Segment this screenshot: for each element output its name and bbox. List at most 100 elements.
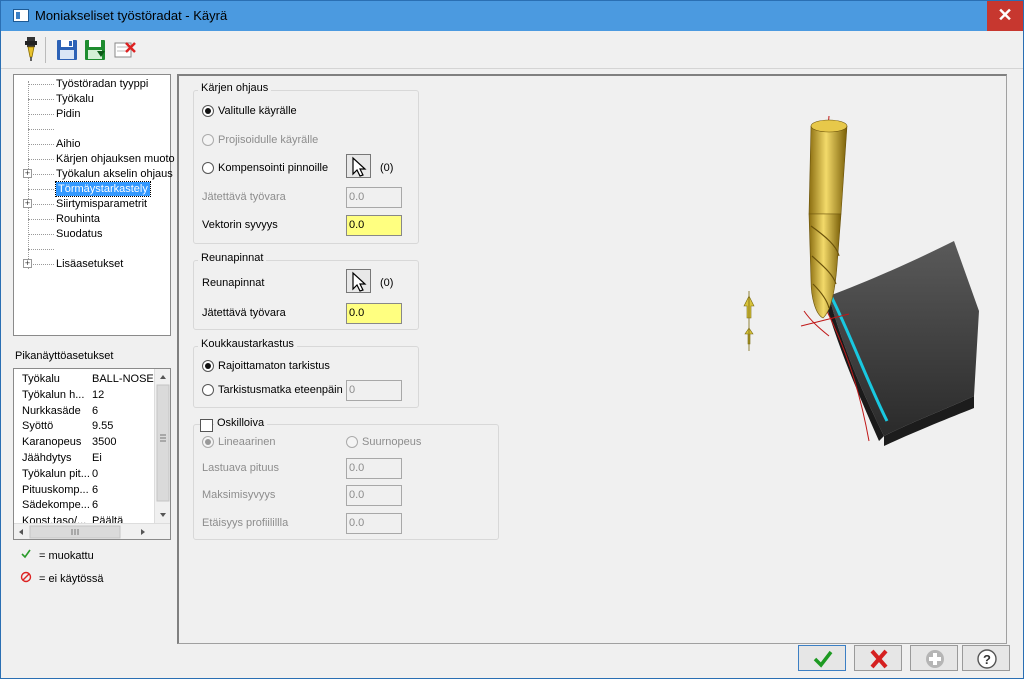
ok-button[interactable] [798,645,846,671]
toolpath-preview-image [743,115,979,446]
tree-item[interactable]: Lisäasetukset [56,257,123,271]
compensation-count: (0) [380,162,394,174]
tree-item[interactable]: Työkalun akselin ohjaus [56,167,173,181]
delete-icon[interactable] [113,35,137,63]
quick-setting-row: Työkalun pit... 0 [22,466,162,482]
apply-button[interactable] [910,645,958,671]
tree-connector [28,99,54,100]
tree-connector [28,249,54,250]
cancel-button[interactable] [854,645,902,671]
radio-selected-curve-label[interactable]: Valitulle käyrälle [218,105,297,117]
tree-expand-icon[interactable]: + [23,259,32,268]
edge-stock-label: Jätettävä työvara [202,307,286,319]
edge-surfaces-title: Reunapinnat [198,252,267,264]
toolbar-separator [45,37,46,63]
tree-item[interactable]: Pidin [56,107,80,121]
tree-item[interactable]: Siirtymisparametrit [56,197,147,211]
tree-expand-icon[interactable]: + [23,169,32,178]
edge-surfaces-count: (0) [380,277,394,289]
quick-setting-key: Työkalun h... [22,388,85,401]
quick-setting-value: 12 [92,388,105,401]
quick-settings-list: Työkalu BALL-NOSE ... Työkalun h... 12 Nurkk… [13,368,171,540]
radio-projected-curve[interactable] [202,134,214,146]
oscillate-checkbox[interactable] [200,419,213,432]
radio-selected-curve[interactable] [202,105,214,117]
tree-item[interactable]: Työstöradan tyyppi [56,77,148,91]
quick-setting-value: 6 [92,483,99,496]
tree-connector [28,189,54,190]
close-button[interactable]: ✕ [987,1,1023,31]
help-icon: ? [977,649,997,669]
lookahead-input[interactable]: 0 [346,380,402,401]
quick-setting-key: Työkalu [22,373,60,385]
vertical-scrollbar[interactable] [154,369,170,523]
tree-connector [28,144,54,145]
tree-item[interactable]: Rouhinta [56,212,100,226]
radio-lookahead-label[interactable]: Tarkistusmatka eteenpäin [218,384,343,396]
stock-label: Jätettävä työvara [202,191,286,203]
radio-linear[interactable] [202,436,214,448]
save-as-icon[interactable] [83,35,107,63]
vector-depth-label: Vektorin syvyys [202,219,278,231]
edge-surfaces-group: Reunapinnat Reunapinnat (0) Jätettävä ty… [193,252,419,330]
profile-distance-input[interactable]: 0.0 [346,513,402,534]
vector-depth-input[interactable]: 0.0 [346,215,402,236]
quick-setting-key: Pituuskomp... [22,483,89,496]
disabled-icon [19,571,33,588]
app-icon [13,9,29,22]
save-icon[interactable] [55,35,79,63]
cut-length-input[interactable]: 0.0 [346,458,402,479]
ok-icon [813,650,833,668]
quick-setting-row: Karanopeus 3500 [22,434,162,450]
help-button[interactable]: ? [962,645,1010,671]
select-edge-surfaces-button[interactable] [346,269,371,293]
tree-item[interactable]: Törmäystarkastely [55,181,151,197]
radio-compensation[interactable] [202,162,214,174]
checkmark-icon [19,548,33,565]
oscillate-title[interactable]: Oskilloiva [214,417,268,429]
max-depth-input[interactable]: 0.0 [346,485,402,506]
tree-connector [28,114,54,115]
radio-compensation-label[interactable]: Kompensointi pinnoille [218,162,328,174]
tree-item[interactable]: Aihio [56,137,80,151]
stock-input[interactable]: 0.0 [346,187,402,208]
quick-setting-key: Sädekompe... [22,499,90,512]
tool-icon[interactable] [19,35,43,63]
cancel-icon [870,649,888,669]
pointer-icon [352,271,367,292]
radio-high-speed-label[interactable]: Suurnopeus [362,436,421,448]
quick-setting-key: Jäähdytys [22,452,72,464]
radio-unlimited-check[interactable] [202,360,214,372]
dialog-window: Moniakseliset työstöradat - Käyrä ✕ Työs… [0,0,1024,679]
radio-lookahead[interactable] [202,384,214,396]
title-bar: Moniakseliset työstöradat - Käyrä ✕ [1,1,1023,31]
toolbar [1,31,1023,69]
quick-setting-value: 6 [92,499,99,512]
tree-item[interactable]: Kärjen ohjauksen muoto [56,152,175,166]
quick-setting-row: Syöttö 9.55 [22,418,162,434]
quick-setting-value: 6 [92,404,99,417]
radio-projected-curve-label[interactable]: Projisoidulle käyrälle [218,134,318,146]
quick-setting-value: Ei [92,452,102,464]
apply-icon [926,650,944,668]
tree-connector [28,159,54,160]
quick-setting-row: Pituuskomp... 6 [22,482,162,498]
settings-panel: Kärjen ohjaus Valitulle käyrälle Projiso… [177,74,1007,644]
max-depth-label: Maksimisyvyys [202,489,276,501]
navigation-tree: Työstöradan tyyppi Työkalu Pidin Aihio Kärje… [13,74,175,336]
tree-expand-icon[interactable]: + [23,199,32,208]
tree-item[interactable]: Suodatus [56,227,102,241]
horizontal-scrollbar[interactable] [14,523,170,539]
tree-item[interactable]: Työkalu [56,92,94,106]
radio-unlimited-check-label[interactable]: Rajoittamaton tarkistus [218,360,330,372]
gouge-check-title: Koukkaustarkastus [198,338,297,350]
edge-stock-input[interactable]: 0.0 [346,303,402,324]
svg-text:?: ? [983,652,991,667]
select-surfaces-button[interactable] [346,154,371,178]
radio-linear-label[interactable]: Lineaarinen [218,436,276,448]
quick-setting-key: Työkalun pit... [22,467,90,480]
radio-high-speed[interactable] [346,436,358,448]
quick-setting-row: Jäähdytys Ei [22,450,162,466]
window-title: Moniakseliset työstöradat - Käyrä [35,8,228,23]
tip-control-group: Kärjen ohjaus Valitulle käyrälle Projiso… [193,82,419,244]
